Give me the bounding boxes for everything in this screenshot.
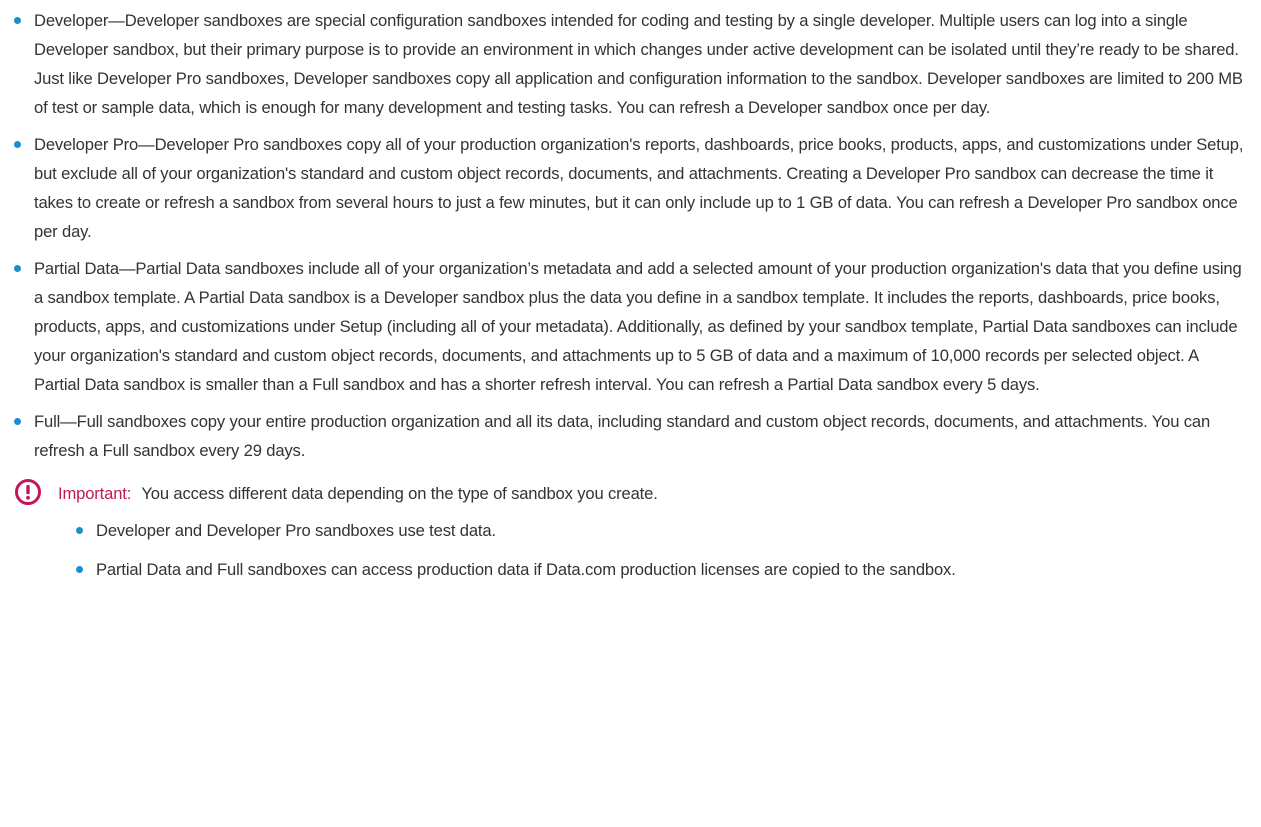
bullet-icon xyxy=(14,141,21,148)
document-page: Developer—Developer sandboxes are specia… xyxy=(0,0,1261,827)
sandbox-types-list: Developer—Developer sandboxes are specia… xyxy=(14,6,1247,465)
important-line: Important: You access different data dep… xyxy=(58,479,1247,508)
sub-list-item-text: Developer and Developer Pro sandboxes us… xyxy=(96,521,496,540)
list-item-full: Full—Full sandboxes copy your entire pro… xyxy=(14,407,1247,465)
list-item-text: Partial Data—Partial Data sandboxes incl… xyxy=(34,259,1242,394)
bullet-icon xyxy=(14,265,21,272)
important-sub-list: Developer and Developer Pro sandboxes us… xyxy=(58,516,1247,584)
bullet-icon xyxy=(14,17,21,24)
list-item-developer: Developer—Developer sandboxes are specia… xyxy=(14,6,1247,122)
list-item-text: Developer Pro—Developer Pro sandboxes co… xyxy=(34,135,1244,241)
bullet-icon xyxy=(76,527,83,534)
list-item-developer-pro: Developer Pro—Developer Pro sandboxes co… xyxy=(14,130,1247,246)
sub-list-item-text: Partial Data and Full sandboxes can acce… xyxy=(96,560,956,579)
list-item-partial-data: Partial Data—Partial Data sandboxes incl… xyxy=(14,254,1247,399)
exclamation-circle-icon xyxy=(15,479,41,505)
important-text: You access different data depending on t… xyxy=(141,484,658,503)
important-callout: Important: You access different data dep… xyxy=(14,479,1247,584)
bullet-icon xyxy=(76,566,83,573)
important-label: Important: xyxy=(58,484,132,503)
sub-list-item: Developer and Developer Pro sandboxes us… xyxy=(76,516,1247,545)
sub-list-item: Partial Data and Full sandboxes can acce… xyxy=(76,555,1247,584)
list-item-text: Full—Full sandboxes copy your entire pro… xyxy=(34,412,1211,460)
list-item-text: Developer—Developer sandboxes are specia… xyxy=(34,11,1243,117)
bullet-icon xyxy=(14,418,21,425)
